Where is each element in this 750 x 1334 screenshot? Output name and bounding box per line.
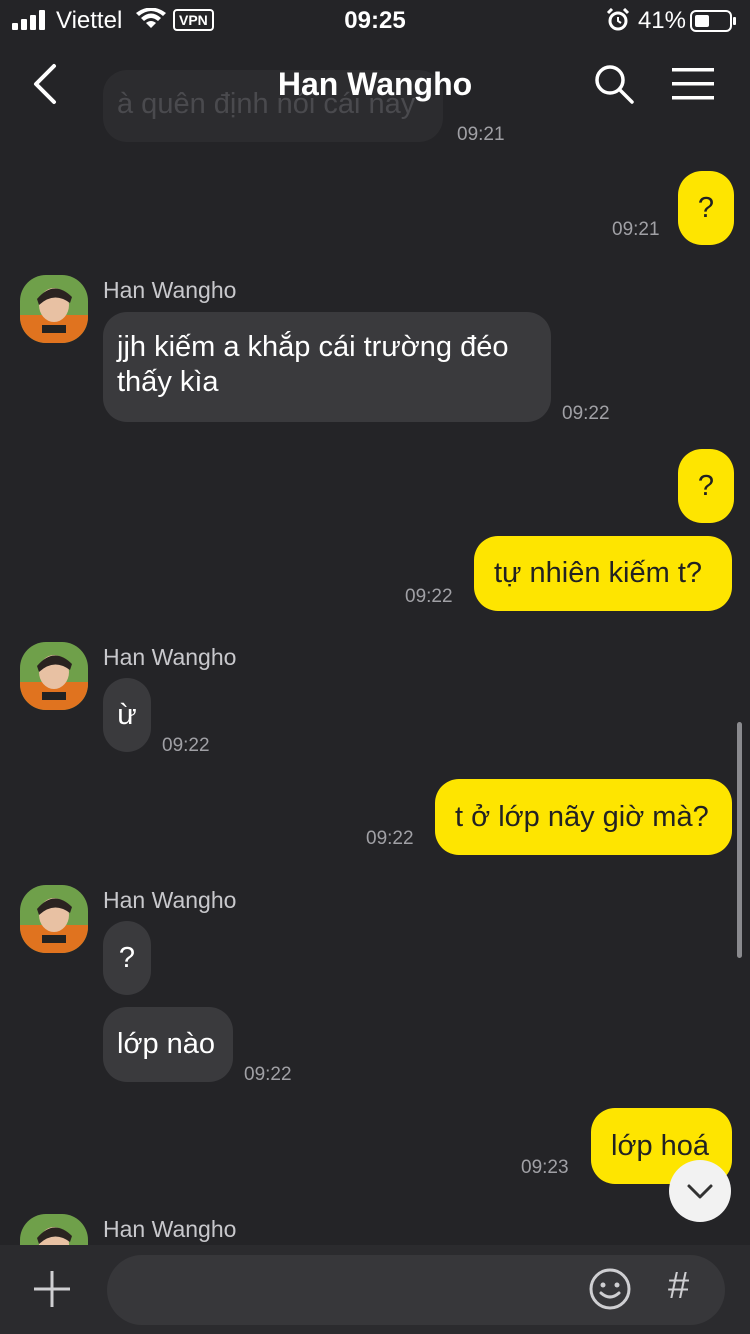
hash-icon[interactable]: # — [668, 1265, 689, 1308]
sender-name: Han Wangho — [103, 277, 237, 303]
message-bubble-outgoing[interactable]: ? — [678, 449, 734, 523]
avatar[interactable] — [20, 275, 88, 343]
message-bubble-incoming[interactable]: lớp nào — [103, 1007, 233, 1082]
hamburger-menu-icon[interactable] — [672, 66, 716, 102]
message-bubble-outgoing[interactable]: tự nhiên kiếm t? — [474, 536, 732, 611]
plus-icon[interactable] — [30, 1267, 74, 1311]
message-bubble-incoming[interactable]: ? — [103, 921, 151, 995]
message-bubble-incoming[interactable]: ừ — [103, 678, 151, 752]
message-bubble-incoming[interactable]: jjh kiếm a khắp cái trường đéo thấy kìa — [103, 312, 551, 422]
message-bubble-outgoing[interactable]: t ở lớp nãy giờ mà? — [435, 779, 732, 855]
sender-name: Han Wangho — [103, 644, 237, 670]
message-bubble-outgoing[interactable]: ? — [678, 171, 734, 245]
composer-bar: # — [0, 1245, 750, 1334]
message-timestamp: 09:23 — [521, 1157, 569, 1178]
message-input[interactable] — [107, 1255, 725, 1325]
avatar[interactable] — [20, 885, 88, 953]
status-bar: Viettel VPN 09:25 41% — [0, 0, 750, 40]
message-list[interactable]: à quên định nói cái này 09:21 ? 09:21 Ha… — [0, 0, 750, 1245]
message-timestamp: 09:22 — [405, 586, 453, 607]
message-timestamp: 09:22 — [244, 1064, 292, 1085]
smiley-icon[interactable] — [588, 1267, 632, 1311]
search-icon[interactable] — [592, 62, 636, 106]
alarm-icon — [606, 8, 630, 31]
sender-name: Han Wangho — [103, 887, 237, 913]
chat-header: Han Wangho — [0, 40, 750, 130]
avatar[interactable] — [20, 642, 88, 710]
message-timestamp: 09:22 — [366, 828, 414, 849]
scrollbar[interactable] — [737, 722, 742, 958]
battery-icon — [690, 10, 736, 32]
sender-name: Han Wangho — [103, 1216, 237, 1242]
chat-title: Han Wangho — [277, 66, 473, 102]
battery-percent: 41% — [637, 7, 686, 34]
message-timestamp: 09:22 — [562, 403, 610, 424]
message-timestamp: 09:21 — [612, 219, 660, 240]
message-timestamp: 09:22 — [162, 735, 210, 756]
scroll-down-button[interactable] — [669, 1160, 731, 1222]
avatar[interactable] — [20, 1214, 88, 1245]
chevron-down-icon — [687, 1184, 713, 1199]
